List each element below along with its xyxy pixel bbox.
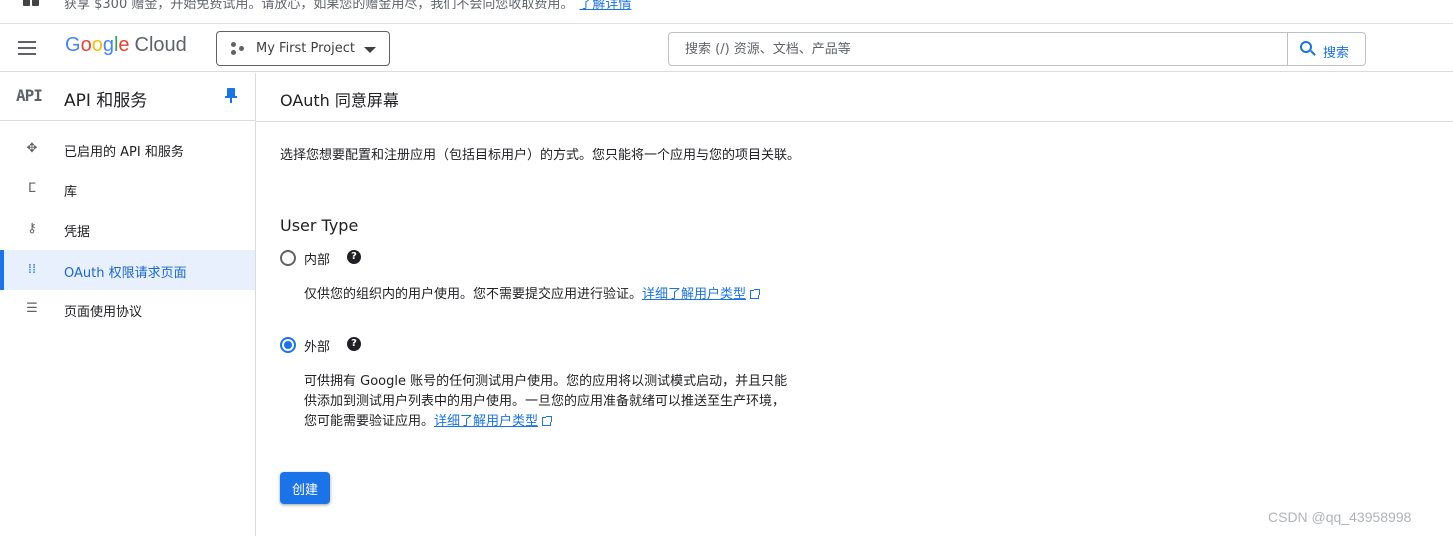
- top-header: Google Cloud My First Project 搜索: [0, 25, 1453, 72]
- search-box: [668, 32, 1288, 66]
- key-icon: ⚷: [27, 221, 37, 236]
- user-type-heading: User Type: [280, 216, 359, 235]
- pin-icon[interactable]: [225, 88, 237, 104]
- gift-icon: [23, 0, 39, 6]
- project-icon: [231, 42, 245, 56]
- search-button[interactable]: 搜索: [1287, 32, 1366, 66]
- sidebar-item-page-agreements[interactable]: ☰ 页面使用协议: [0, 289, 255, 329]
- oauth-consent-icon: ⁞⁞: [27, 262, 37, 277]
- external-radio[interactable]: [280, 337, 296, 353]
- internal-help-icon[interactable]: ?: [347, 250, 361, 264]
- active-indicator: [0, 250, 4, 290]
- banner-learn-more-link[interactable]: 了解详情: [579, 0, 631, 12]
- page-title: OAuth 同意屏幕: [280, 91, 399, 110]
- library-icon: ⵎ: [27, 181, 37, 196]
- sidebar-item-credentials[interactable]: ⚷ 凭据: [0, 209, 255, 249]
- sidebar-item-label: 凭据: [64, 225, 91, 240]
- external-link-icon: [750, 289, 761, 299]
- internal-description: 仅供您的组织内的用户使用。您不需要提交应用进行验证。详细了解用户类型: [304, 285, 792, 305]
- sidebar-item-label: 库: [64, 185, 78, 200]
- sidebar-item-label: 页面使用协议: [64, 305, 143, 320]
- main-content: OAuth 同意屏幕 选择您想要配置和注册应用（包括目标用户）的方式。您只能将一…: [256, 73, 1453, 536]
- api-services-icon: ✥: [26, 141, 38, 156]
- project-name: My First Project: [256, 41, 356, 56]
- sidebar-title: API 和服务: [64, 91, 148, 111]
- external-help-icon[interactable]: ?: [347, 337, 361, 351]
- search-button-label: 搜索: [1323, 46, 1350, 61]
- caret-down-icon: [364, 47, 376, 53]
- intro-text: 选择您想要配置和注册应用（包括目标用户）的方式。您只能将一个应用与您的项目关联。: [280, 148, 801, 163]
- sidebar: API API 和服务 ✥ 已启用的 API 和服务 ⵎ 库 ⚷ 凭据 ⁞⁞ O…: [0, 73, 256, 536]
- hamburger-menu-icon[interactable]: [16, 36, 40, 60]
- page-agreements-icon: ☰: [26, 301, 38, 316]
- sidebar-header: API API 和服务: [0, 73, 255, 121]
- sidebar-item-label: OAuth 权限请求页面: [64, 266, 187, 281]
- watermark: CSDN @qq_43958998: [1268, 509, 1412, 525]
- banner-text: 获享 $300 赠金，开始免费试用。请放心，如果您的赠金用尽，我们不会向您收取费…: [64, 0, 631, 12]
- internal-radio-label[interactable]: 内部: [304, 249, 330, 268]
- sidebar-item-oauth-consent[interactable]: ⁞⁞ OAuth 权限请求页面: [0, 250, 255, 290]
- google-cloud-logo[interactable]: Google Cloud: [65, 34, 187, 57]
- internal-radio[interactable]: [280, 250, 296, 266]
- external-description: 可供拥有 Google 账号的任何测试用户使用。您的应用将以测试模式启动，并且只…: [304, 374, 788, 429]
- sidebar-item-library[interactable]: ⵎ 库: [0, 169, 255, 209]
- sidebar-item-enabled-apis[interactable]: ✥ 已启用的 API 和服务: [0, 129, 255, 169]
- api-badge-icon: API: [16, 86, 43, 105]
- search-icon: [1300, 41, 1316, 56]
- promo-banner: 获享 $300 赠金，开始免费试用。请放心，如果您的赠金用尽，我们不会向您收取费…: [0, 0, 1453, 24]
- internal-learn-more-link[interactable]: 详细了解用户类型: [642, 287, 761, 302]
- search-input[interactable]: [669, 33, 1287, 65]
- project-picker-button[interactable]: My First Project: [216, 31, 390, 66]
- create-button[interactable]: 创建: [280, 472, 330, 504]
- sidebar-item-label: 已启用的 API 和服务: [64, 145, 184, 160]
- external-radio-label[interactable]: 外部: [304, 336, 330, 355]
- external-link-icon: [542, 416, 553, 426]
- main-header: OAuth 同意屏幕: [256, 73, 1453, 122]
- external-learn-more-link[interactable]: 详细了解用户类型: [434, 414, 553, 429]
